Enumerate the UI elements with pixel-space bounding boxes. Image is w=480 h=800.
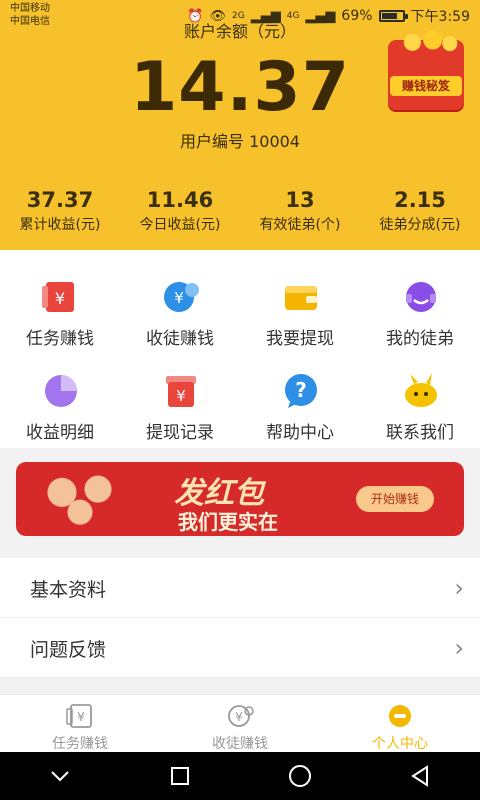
tab-recruit-money[interactable]: ¥ 收徒赚钱 <box>160 695 320 752</box>
chevron-down-icon <box>51 771 69 782</box>
circle-icon <box>289 765 311 787</box>
stats-row: 37.37 累计收益(元) 11.46 今日收益(元) 13 有效徒弟(个) 2… <box>0 188 480 234</box>
svg-text:¥: ¥ <box>176 387 186 405</box>
tab-label: 任务赚钱 <box>52 736 108 752</box>
stat-disciple-share[interactable]: 2.15 徒弟分成(元) <box>360 188 480 234</box>
recent-apps-button[interactable] <box>160 756 200 796</box>
home-button[interactable] <box>280 756 320 796</box>
menu-item-feedback[interactable]: 问题反馈 › <box>0 618 480 678</box>
tab-label: 收徒赚钱 <box>212 736 268 752</box>
system-nav-bar <box>0 752 480 800</box>
grid-item-withdraw[interactable]: 我要提现 <box>240 254 360 349</box>
chevron-right-icon: › <box>454 574 464 602</box>
recruit-money-icon: ¥ <box>164 282 199 312</box>
user-id: 用户编号 10004 <box>180 132 300 151</box>
red-packet-banner[interactable]: 发红包 我们更实在 开始赚钱 <box>16 462 464 536</box>
settings-menu: 基本资料 › 问题反馈 › <box>0 558 480 678</box>
stat-label: 今日收益(元) <box>139 217 221 233</box>
grid-item-label: 收徒赚钱 <box>146 329 214 349</box>
contact-icon <box>405 373 437 407</box>
back-triangle-icon <box>411 765 428 787</box>
personal-center-tab-icon <box>389 705 411 727</box>
grid-item-help-center[interactable]: ? 帮助中心 <box>240 348 360 443</box>
grid-item-label: 我的徒弟 <box>386 329 454 349</box>
grid-item-label: 联系我们 <box>386 423 454 443</box>
start-earning-button[interactable]: 开始赚钱 <box>356 486 434 512</box>
grid-item-label: 我要提现 <box>266 329 334 349</box>
stat-value: 11.46 <box>146 188 214 212</box>
svg-text:?: ? <box>295 378 307 402</box>
tab-label: 个人中心 <box>372 736 428 752</box>
carrier-1: 中国移动 <box>10 3 50 14</box>
pie-chart-icon <box>45 375 77 407</box>
help-icon: ? <box>285 374 317 408</box>
stat-value: 13 <box>285 188 315 212</box>
svg-text:¥: ¥ <box>77 710 85 724</box>
task-money-icon: ¥ <box>42 282 74 312</box>
grid-item-my-disciples[interactable]: 我的徒弟 <box>360 254 480 349</box>
menu-item-label: 问题反馈 <box>30 639 107 661</box>
wallet-icon <box>285 286 317 310</box>
banner-subtitle: 我们更实在 <box>178 510 278 534</box>
grid-item-recruit-money[interactable]: ¥ 收徒赚钱 <box>120 254 240 349</box>
bottom-tab-bar: ¥ 任务赚钱 ¥ 收徒赚钱 个人中心 <box>0 694 480 752</box>
grid-item-label: 提现记录 <box>146 423 214 443</box>
grid-item-label: 收益明细 <box>26 423 94 443</box>
svg-text:¥: ¥ <box>235 710 243 724</box>
task-money-tab-icon: ¥ <box>66 704 92 728</box>
tab-task-money[interactable]: ¥ 任务赚钱 <box>0 695 160 752</box>
chevron-right-icon: › <box>454 634 464 662</box>
tab-personal-center[interactable]: 个人中心 <box>320 695 480 752</box>
grid-item-contact-us[interactable]: 联系我们 <box>360 348 480 443</box>
stat-today-income[interactable]: 11.46 今日收益(元) <box>120 188 240 234</box>
stat-value: 37.37 <box>26 188 94 212</box>
money-secrets-button[interactable]: 赚钱秘笈 <box>380 22 470 118</box>
stat-label: 徒弟分成(元) <box>379 217 461 233</box>
account-header: 中国移动 中国电信 ⏰ 👁 2G ▂▄▆ 4G ▂▄▆ 69% 下午3:59 账… <box>0 0 480 250</box>
square-icon <box>171 767 189 785</box>
recruit-money-tab-icon: ¥ <box>228 705 254 727</box>
money-secrets-label: 赚钱秘笈 <box>390 76 462 96</box>
feature-grid: ¥ 任务赚钱 ¥ 收徒赚钱 我要提现 我的徒弟 收益明细 ¥ 提现记录 ? 帮助… <box>0 250 480 448</box>
back-button[interactable] <box>400 756 440 796</box>
svg-text:¥: ¥ <box>55 289 65 308</box>
grid-item-withdraw-record[interactable]: ¥ 提现记录 <box>120 348 240 443</box>
menu-item-label: 基本资料 <box>30 579 107 601</box>
grid-item-task-money[interactable]: ¥ 任务赚钱 <box>0 254 120 349</box>
grid-item-label: 帮助中心 <box>266 423 334 443</box>
grid-item-income-detail[interactable]: 收益明细 <box>0 348 120 443</box>
svg-text:¥: ¥ <box>174 289 184 307</box>
disciple-icon <box>406 282 436 312</box>
collapse-button[interactable] <box>40 756 80 796</box>
grid-item-label: 任务赚钱 <box>26 329 94 349</box>
coins-icon <box>392 28 460 52</box>
stat-valid-disciples[interactable]: 13 有效徒弟(个) <box>240 188 360 234</box>
stat-label: 有效徒弟(个) <box>259 217 341 233</box>
menu-item-basic-info[interactable]: 基本资料 › <box>0 558 480 618</box>
stat-total-income[interactable]: 37.37 累计收益(元) <box>0 188 120 234</box>
record-icon: ¥ <box>166 376 196 407</box>
stat-value: 2.15 <box>394 188 446 212</box>
people-illustration <box>26 466 146 532</box>
stat-label: 累计收益(元) <box>19 217 101 233</box>
